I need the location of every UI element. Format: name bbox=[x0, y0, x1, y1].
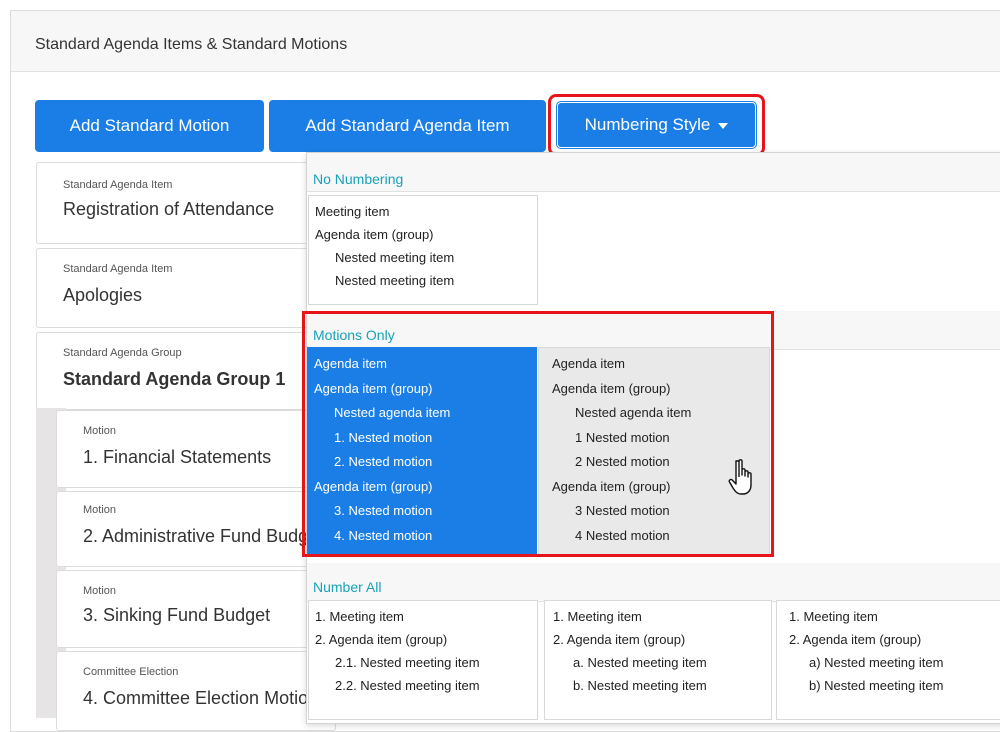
option-line: 3 Nested motion bbox=[575, 503, 670, 518]
option-line: 3. Nested motion bbox=[334, 503, 433, 518]
item-name: Apologies bbox=[63, 285, 143, 305]
section-label: Number All bbox=[313, 579, 382, 595]
option-line: 2.1. Nested meeting item bbox=[335, 655, 480, 670]
option-line: 2. Agenda item (group) bbox=[315, 632, 448, 647]
option-line: Agenda item (group) bbox=[552, 380, 671, 396]
section-label: No Numbering bbox=[313, 171, 404, 187]
option-line: 2.2. Nested meeting item bbox=[335, 678, 480, 693]
option-line: Agenda item (group) bbox=[314, 380, 433, 396]
option-line: 2. Agenda item (group) bbox=[553, 632, 686, 647]
list-item[interactable]: Motion 2. Administrative Fund Budget bbox=[56, 491, 336, 567]
option-line: b. Nested meeting item bbox=[573, 678, 707, 693]
section-header-motions-only: Motions Only bbox=[307, 311, 1000, 350]
hand-pointer-icon bbox=[728, 459, 752, 495]
option-motions-only-decimal[interactable]: Agenda item Agenda item (group) Nested a… bbox=[307, 347, 537, 555]
item-type: Committee Election bbox=[83, 666, 179, 678]
option-line: Meeting item bbox=[315, 204, 390, 219]
numbering-style-label: Numbering Style bbox=[584, 115, 711, 134]
section-header-number-all: Number All bbox=[307, 563, 1000, 602]
section-header-no-numbering: No Numbering bbox=[307, 153, 1000, 192]
panel-title: Standard Agenda Items & Standard Motions bbox=[35, 36, 348, 53]
list-item[interactable]: Standard Agenda Item Apologies bbox=[36, 248, 336, 328]
item-name: Standard Agenda Group 1 bbox=[63, 369, 286, 389]
list-item[interactable]: Committee Election 4. Committee Election… bbox=[56, 651, 336, 731]
option-line: 4 Nested motion bbox=[575, 527, 670, 543]
item-name: 2. Administrative Fund Budget bbox=[83, 526, 324, 546]
option-line: 1. Nested motion bbox=[334, 429, 433, 445]
item-type: Motion bbox=[83, 504, 117, 516]
option-line: Agenda item (group) bbox=[315, 227, 434, 242]
option-line: a. Nested meeting item bbox=[573, 655, 707, 670]
add-standard-agenda-item-button[interactable]: Add Standard Agenda Item bbox=[269, 100, 546, 152]
item-type: Motion bbox=[83, 425, 117, 437]
option-line: 1 Nested motion bbox=[575, 429, 670, 445]
option-line: 4. Nested motion bbox=[334, 527, 433, 543]
item-type: Standard Agenda Item bbox=[63, 179, 173, 191]
list-item[interactable]: Motion 1. Financial Statements bbox=[56, 410, 336, 488]
item-type: Standard Agenda Item bbox=[63, 263, 173, 275]
option-no-numbering[interactable]: Meeting item Agenda item (group) Nested … bbox=[308, 195, 538, 305]
option-line: 1. Meeting item bbox=[553, 609, 642, 624]
list-item[interactable]: Standard Agenda Item Registration of Att… bbox=[36, 162, 336, 244]
item-name: Registration of Attendance bbox=[63, 199, 275, 219]
section-label: Motions Only bbox=[313, 327, 395, 343]
option-line: b) Nested meeting item bbox=[809, 678, 944, 693]
option-line: 1. Meeting item bbox=[789, 609, 878, 624]
list-item[interactable]: Motion 3. Sinking Fund Budget bbox=[56, 570, 336, 648]
panel-header: Standard Agenda Items & Standard Motions bbox=[11, 11, 1000, 72]
add-standard-motion-button[interactable]: Add Standard Motion bbox=[35, 100, 264, 152]
agenda-group[interactable]: Standard Agenda Group Standard Agenda Gr… bbox=[36, 332, 336, 410]
caret-down-icon bbox=[718, 123, 729, 129]
option-number-all-letters-paren[interactable]: 1. Meeting item 2. Agenda item (group) a… bbox=[776, 600, 1000, 720]
option-number-all-decimal[interactable]: 1. Meeting item 2. Agenda item (group) 2… bbox=[308, 600, 538, 720]
numbering-style-button[interactable]: Numbering Style bbox=[556, 101, 757, 149]
item-name: 1. Financial Statements bbox=[83, 447, 272, 467]
option-line: Nested agenda item bbox=[575, 405, 692, 420]
option-line: 2. Agenda item (group) bbox=[789, 632, 922, 647]
option-line: a) Nested meeting item bbox=[809, 655, 944, 670]
option-line: Nested meeting item bbox=[335, 250, 455, 265]
option-line: Nested agenda item bbox=[334, 405, 451, 420]
item-type: Standard Agenda Group bbox=[63, 347, 182, 359]
option-number-all-letters-dot[interactable]: 1. Meeting item 2. Agenda item (group) a… bbox=[544, 600, 772, 720]
item-name: 3. Sinking Fund Budget bbox=[83, 605, 271, 625]
option-line: Agenda item bbox=[314, 356, 387, 371]
numbering-style-menu: No Numbering Meeting item Agenda item (g… bbox=[306, 152, 1000, 724]
option-line: 1. Meeting item bbox=[315, 609, 404, 624]
option-line: 2. Nested motion bbox=[334, 454, 433, 469]
option-motions-only-plain[interactable]: Agenda item Agenda item (group) Nested a… bbox=[538, 347, 770, 555]
option-line: Agenda item bbox=[552, 356, 625, 371]
option-line: Agenda item (group) bbox=[314, 478, 433, 494]
option-line: Nested meeting item bbox=[335, 273, 455, 288]
item-type: Motion bbox=[83, 585, 117, 597]
